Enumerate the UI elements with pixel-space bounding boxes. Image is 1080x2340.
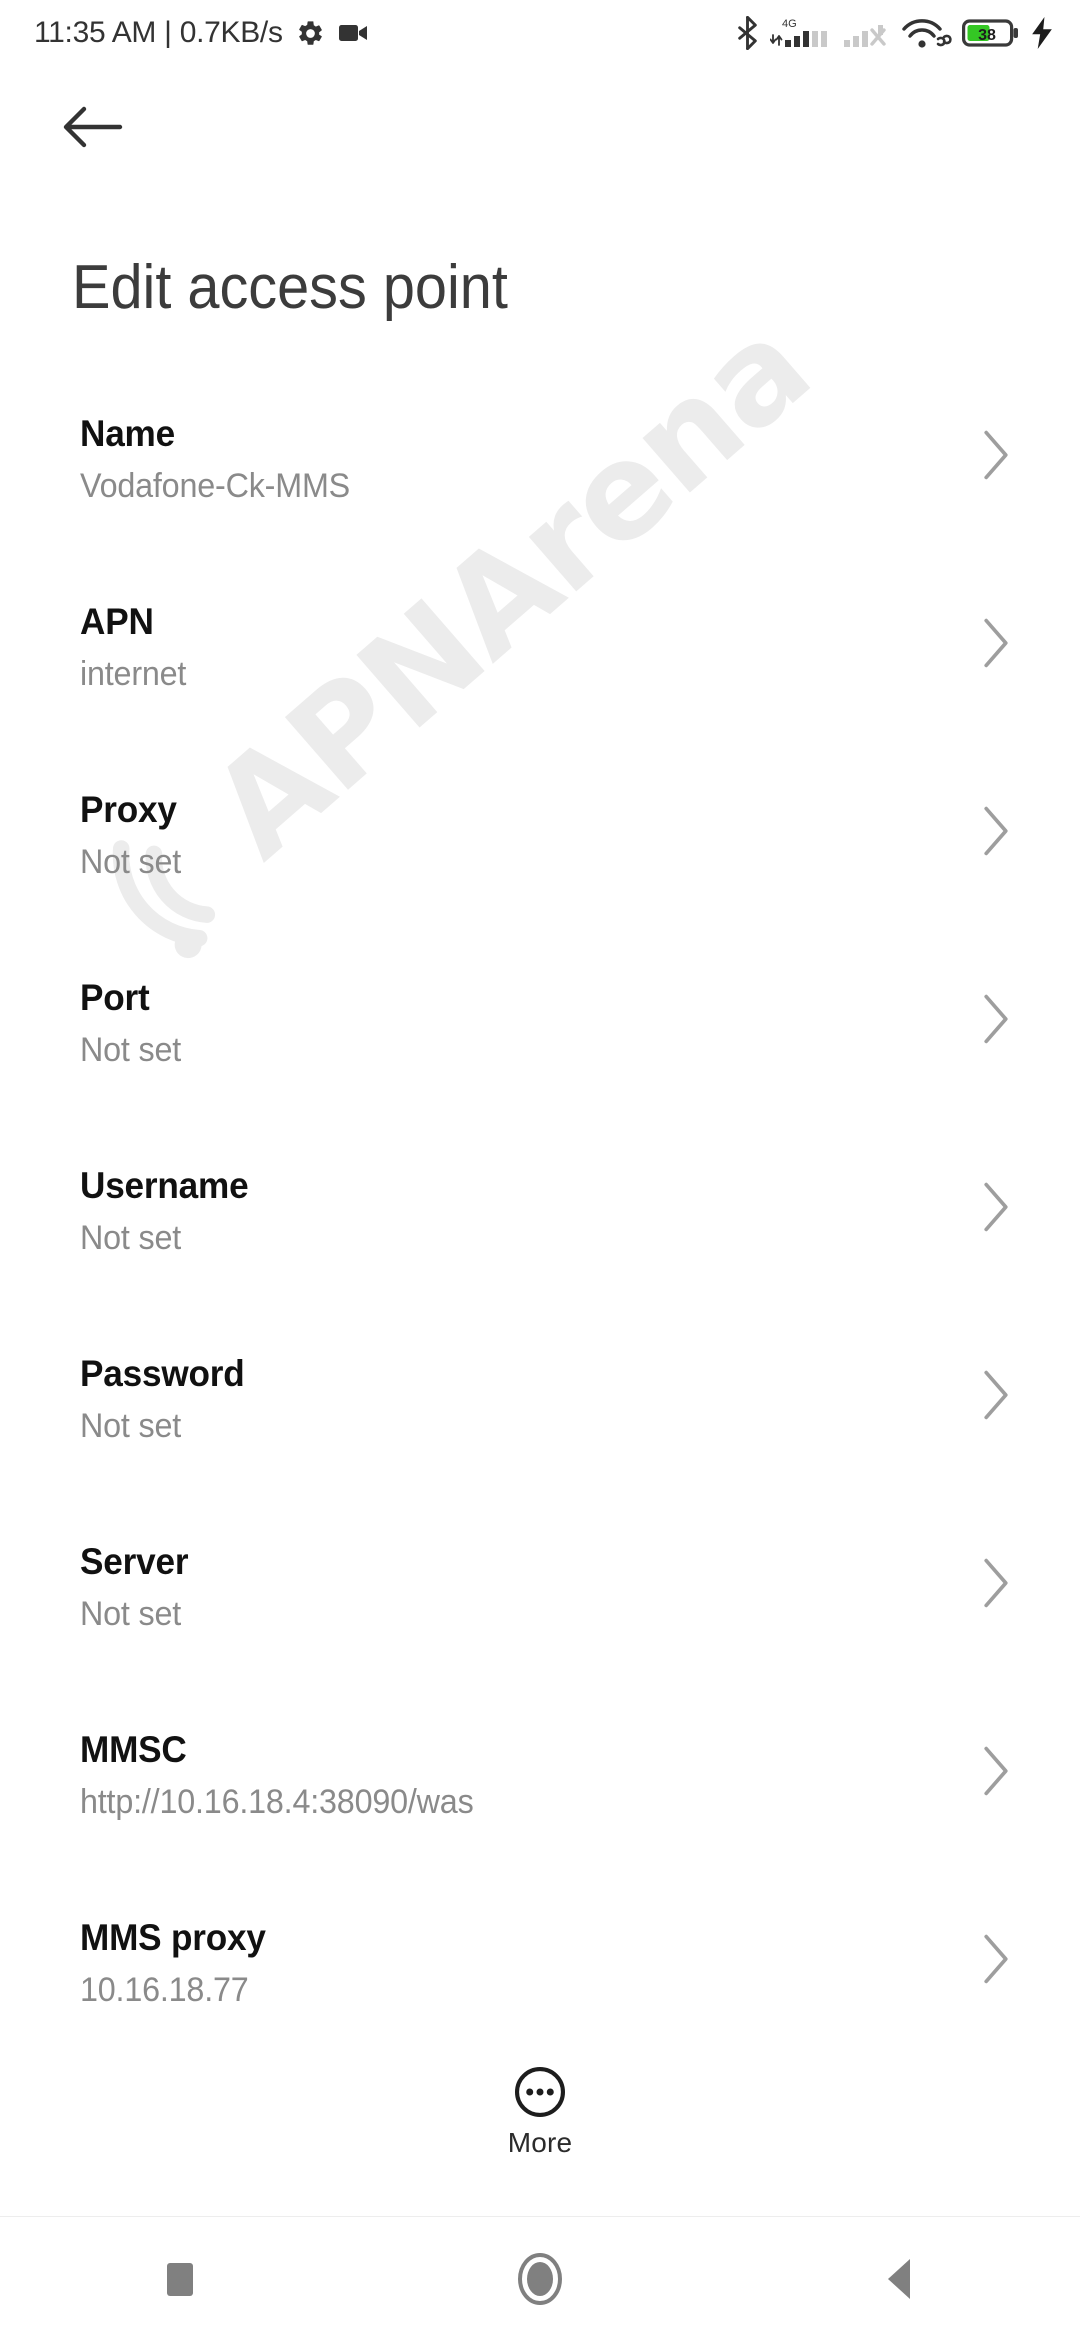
chevron-right-icon xyxy=(984,1370,1008,1420)
status-bar-right: 4G 38 xyxy=(735,15,1054,51)
chevron-right-icon xyxy=(984,1746,1008,1796)
more-button[interactable]: More xyxy=(508,2063,573,2159)
row-value: http://10.16.18.4:38090/was xyxy=(80,1783,474,1821)
list-item-password[interactable]: Password Not set xyxy=(0,1345,1080,1533)
more-bar: More xyxy=(0,2006,1080,2216)
row-value: internet xyxy=(80,655,187,693)
chevron-right-icon xyxy=(984,994,1008,1044)
video-camera-icon xyxy=(338,25,367,41)
wifi-link-icon xyxy=(902,19,952,48)
back-button[interactable] xyxy=(52,88,134,166)
nav-home-button[interactable] xyxy=(450,2217,630,2340)
row-value: Vodafone-Ck-MMS xyxy=(80,467,351,505)
status-bar-left: 11:35 AM | 0.7KB/s xyxy=(34,16,370,50)
row-title: Port xyxy=(80,977,150,1018)
list-item-username[interactable]: Username Not set xyxy=(0,1157,1080,1345)
list-item-apn[interactable]: APN internet xyxy=(0,593,1080,781)
square-icon xyxy=(167,2262,193,2296)
chevron-right-icon xyxy=(984,618,1008,668)
row-title: Password xyxy=(80,1353,245,1394)
row-title: Name xyxy=(80,413,175,454)
status-clock-and-net-speed: 11:35 AM | 0.7KB/s xyxy=(34,16,283,49)
battery-percent-label: 38 xyxy=(978,27,996,44)
page-title: Edit access point xyxy=(72,253,508,322)
phone-screen: APNArena 11:35 AM | 0.7KB/s 4G 38 Edit a… xyxy=(0,0,1080,2340)
nav-back-button[interactable] xyxy=(810,2217,990,2340)
battery-icon: 38 xyxy=(962,19,1018,47)
chevron-right-icon xyxy=(984,1558,1008,1608)
row-title: Server xyxy=(80,1541,189,1582)
chevron-right-icon xyxy=(984,430,1008,480)
chevron-right-icon xyxy=(984,806,1008,856)
list-item-port[interactable]: Port Not set xyxy=(0,969,1080,1157)
bluetooth-icon xyxy=(738,16,757,50)
circle-icon xyxy=(518,2252,562,2305)
row-value: Not set xyxy=(80,843,181,881)
triangle-left-icon xyxy=(888,2258,910,2299)
row-value: Not set xyxy=(80,1219,181,1257)
status-bar: 11:35 AM | 0.7KB/s 4G 38 xyxy=(0,0,1080,66)
row-value: 10.16.18.77 xyxy=(80,1971,249,2009)
more-label: More xyxy=(507,2127,573,2158)
list-item-server[interactable]: Server Not set xyxy=(0,1533,1080,1721)
row-title: APN xyxy=(80,601,154,642)
apn-settings-list: Name Vodafone-Ck-MMS APN internet Proxy … xyxy=(0,405,1080,2097)
row-value: Not set xyxy=(80,1595,181,1633)
arrow-left-icon xyxy=(63,106,123,148)
signal-4g-icon: 4G xyxy=(770,18,827,47)
row-title: MMSC xyxy=(80,1729,187,1770)
list-item-name[interactable]: Name Vodafone-Ck-MMS xyxy=(0,405,1080,593)
list-item-mmsc[interactable]: MMSC http://10.16.18.4:38090/was xyxy=(0,1721,1080,1909)
gear-icon xyxy=(298,20,322,45)
row-title: MMS proxy xyxy=(80,1917,266,1958)
chevron-right-icon xyxy=(984,1182,1008,1232)
row-value: Not set xyxy=(80,1031,181,1069)
list-item-proxy[interactable]: Proxy Not set xyxy=(0,781,1080,969)
chevron-right-icon xyxy=(984,1934,1008,1984)
navigation-bar xyxy=(0,2216,1080,2340)
charging-bolt-icon xyxy=(1032,17,1052,49)
app-bar xyxy=(0,66,1080,186)
row-value: Not set xyxy=(80,1407,181,1445)
signal-no-service-icon xyxy=(844,25,886,47)
more-circle-icon xyxy=(514,2066,566,2118)
svg-text:4G: 4G xyxy=(782,18,797,30)
row-title: Username xyxy=(80,1165,249,1206)
row-title: Proxy xyxy=(80,789,177,830)
nav-recents-button[interactable] xyxy=(90,2217,270,2340)
